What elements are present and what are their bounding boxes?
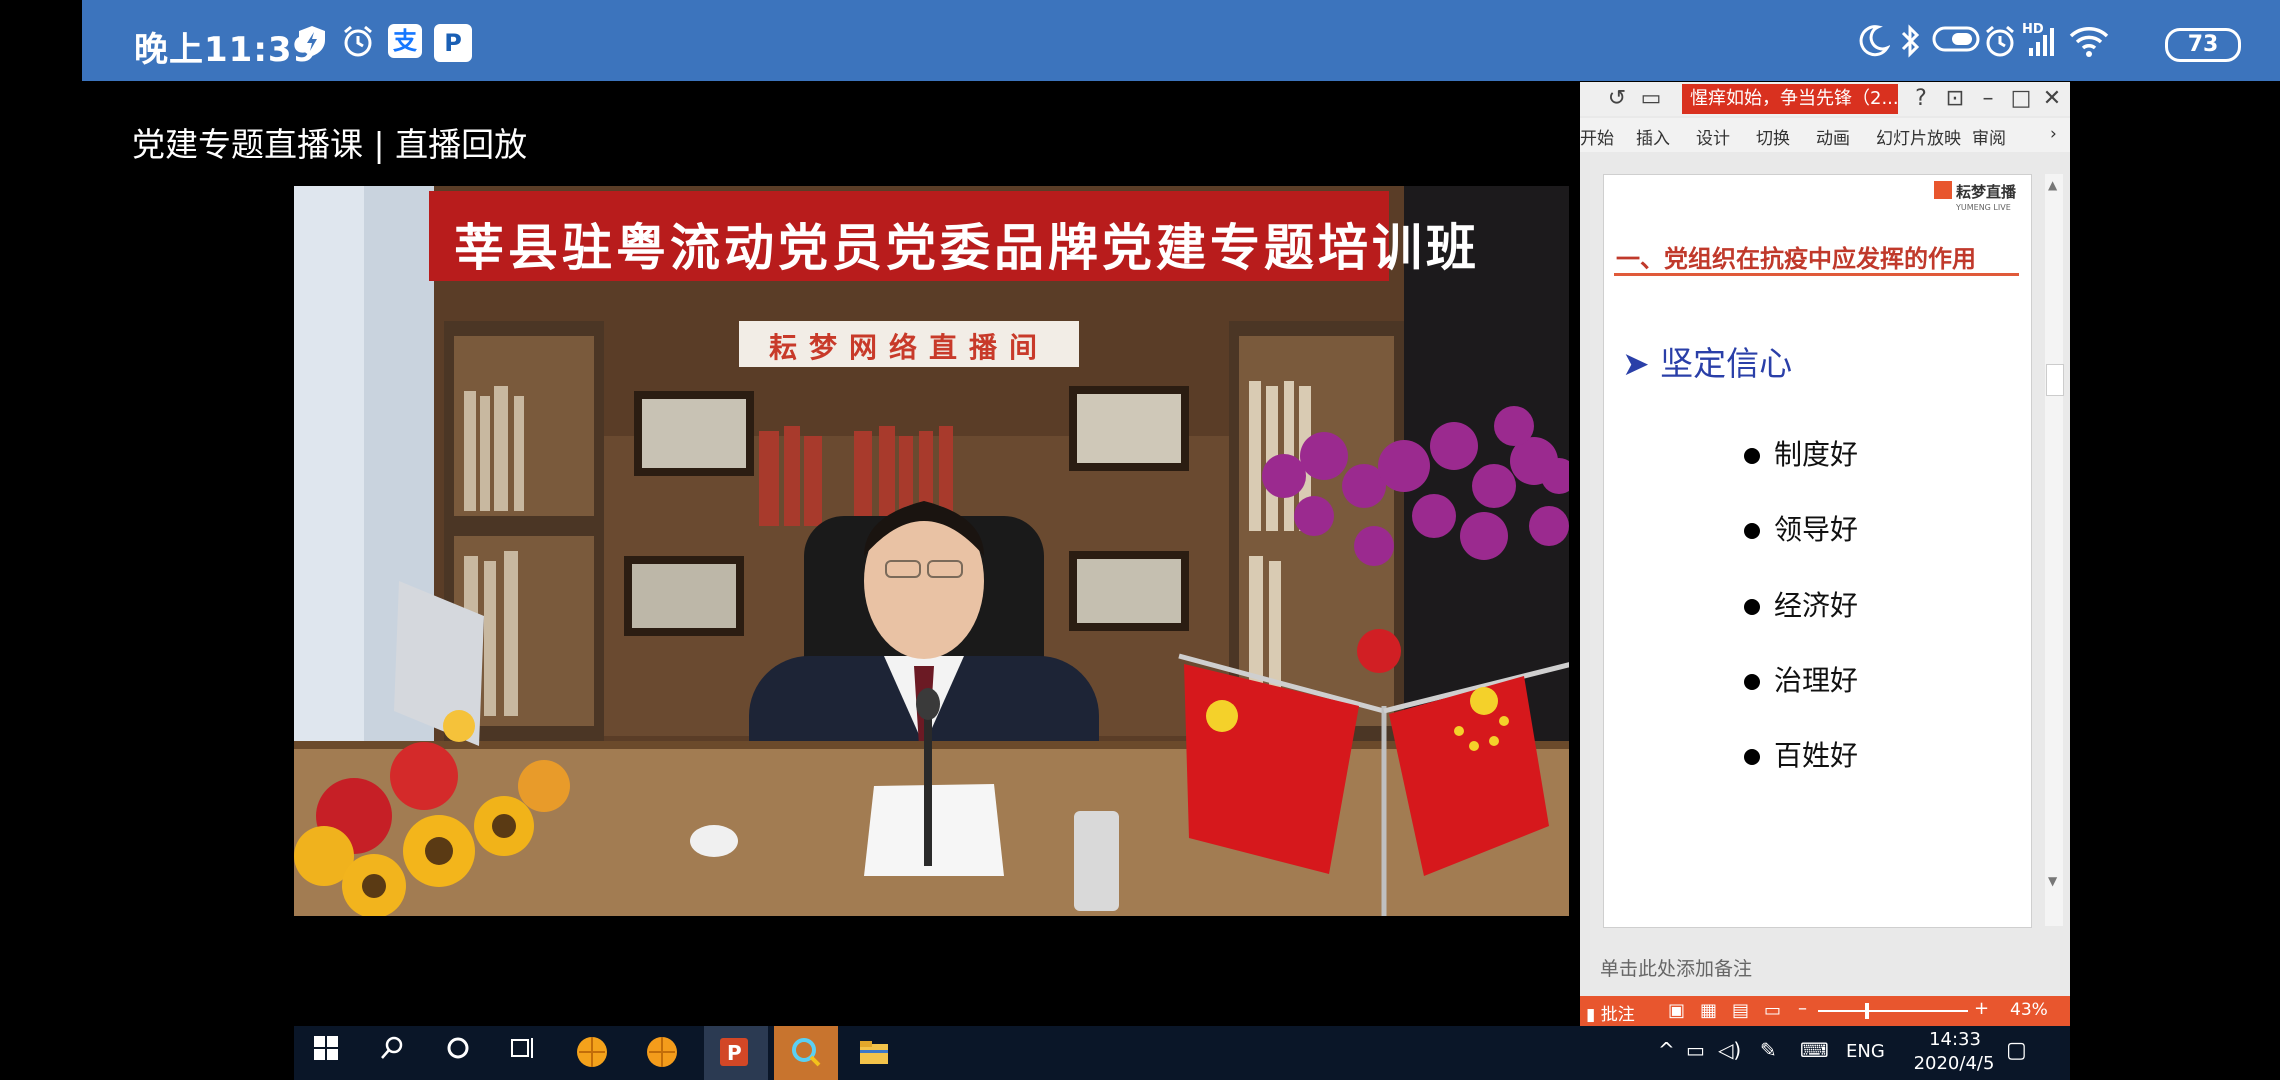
bullet-item: 经济好 <box>1744 584 1858 624</box>
zoom-in-icon[interactable]: + <box>1974 998 1989 1019</box>
vertical-scrollbar[interactable]: ▲ ▼ <box>2045 174 2064 926</box>
bullet-dot-icon <box>1744 674 1760 690</box>
ppt-ribbon-tabs: 开始 插入 设计 切换 动画 幻灯片放映 审阅 › <box>1580 118 2070 152</box>
keyboard-icon[interactable]: ⌨ <box>1800 1038 1829 1062</box>
zoom-slider-track[interactable] <box>1818 1010 1968 1012</box>
browser-app-icon[interactable] <box>574 1035 610 1071</box>
minimize-icon[interactable]: – <box>1973 84 2003 114</box>
browser-app-icon-2[interactable] <box>644 1035 680 1071</box>
tab-slideshow[interactable]: 幻灯片放映 <box>1876 124 1961 149</box>
taskbar-clock-time[interactable]: 14:33 <box>1920 1029 1990 1050</box>
logo-text: 耘梦直播 <box>1956 183 2017 201</box>
ribbon-display-icon[interactable]: ⊡ <box>1940 84 1970 114</box>
logo-mark-icon <box>1934 181 1952 199</box>
bullet-dot-icon <box>1744 448 1760 464</box>
ppt-document-title: 惺痒如始，争当先锋（2... <box>1682 84 1898 114</box>
bullet-text: 百姓好 <box>1774 739 1859 772</box>
scroll-down-icon[interactable]: ▼ <box>2048 874 2057 888</box>
notes-placeholder[interactable]: 单击此处添加备注 <box>1600 954 1752 981</box>
slide-divider <box>1614 273 2019 276</box>
bullet-text: 治理好 <box>1774 664 1859 697</box>
svg-text:P: P <box>727 1041 742 1065</box>
bullet-item: 治理好 <box>1744 659 1858 699</box>
comments-button[interactable]: ▮ 批注 <box>1586 1000 1635 1025</box>
wifi-icon <box>2068 24 2110 60</box>
app-p-icon: P <box>434 24 472 62</box>
search-app-icon[interactable] <box>788 1035 824 1071</box>
windows-start-icon[interactable] <box>308 1035 344 1071</box>
alarm-icon <box>340 24 376 60</box>
help-icon[interactable]: ? <box>1906 84 1936 114</box>
tab-animations[interactable]: 动画 <box>1816 124 1850 149</box>
bullet-item: 制度好 <box>1744 433 1858 473</box>
powerpoint-app-icon[interactable]: P <box>716 1035 752 1071</box>
bullet-dot-icon <box>1744 599 1760 615</box>
search-icon[interactable] <box>374 1035 410 1071</box>
video-sign-text: 耘梦网络直播间 <box>768 331 1049 364</box>
taskbar-clock-date[interactable]: 2020/4/5 <box>1904 1053 2004 1074</box>
video-player[interactable]: 莘县驻粤流动党员党委品牌党建专题培训班 耘梦网络直播间 <box>294 186 1579 916</box>
bullet-text: 领导好 <box>1774 513 1859 546</box>
task-view-icon[interactable] <box>504 1035 540 1071</box>
maximize-icon[interactable]: □ <box>2006 84 2036 114</box>
ppt-titlebar: ↺ ▭ 惺痒如始，争当先锋（2... ? ⊡ – □ ✕ <box>1580 82 2070 116</box>
logo-subtext: YUMENG LIVE <box>1956 203 2011 212</box>
slide-canvas[interactable]: 耘梦直播 YUMENG LIVE 一、党组织在抗疫中应发挥的作用 ➤ 坚定信心 … <box>1603 174 2032 928</box>
tab-review[interactable]: 审阅 <box>1972 124 2006 149</box>
powerpoint-window: ↺ ▭ 惺痒如始，争当先锋（2... ? ⊡ – □ ✕ 开始 插入 设计 切换… <box>1580 82 2070 1026</box>
tab-design[interactable]: 设计 <box>1696 124 1730 149</box>
status-time: 晚上11:39 <box>134 30 318 70</box>
close-icon[interactable]: ✕ <box>2037 84 2067 114</box>
slide-heading: 一、党组织在抗疫中应发挥的作用 <box>1616 245 1976 273</box>
slide-subheading: ➤ 坚定信心 <box>1622 344 1793 383</box>
pen-icon[interactable]: ✎ <box>1760 1038 1777 1062</box>
zoom-slider-thumb[interactable] <box>1865 1003 1869 1019</box>
tab-home[interactable]: 开始 <box>1580 124 1614 149</box>
ribbon-more-icon[interactable]: › <box>2050 124 2057 144</box>
moon-icon <box>1856 24 1892 60</box>
notification-icon[interactable]: ▢ <box>2006 1038 2027 1063</box>
undo-icon[interactable]: ↺ <box>1602 84 1632 114</box>
slide-logo: 耘梦直播 YUMENG LIVE <box>1934 181 2024 219</box>
scroll-up-icon[interactable]: ▲ <box>2048 178 2057 192</box>
alarm-icon <box>1982 24 2018 60</box>
comments-label: 批注 <box>1600 1005 1635 1025</box>
cortana-icon[interactable] <box>440 1035 476 1071</box>
page-title: 党建专题直播课 | 直播回放 <box>132 125 528 164</box>
bullet-item: 领导好 <box>1744 508 1858 548</box>
signal-icon <box>2024 24 2060 60</box>
volume-icon[interactable]: ◁) <box>1718 1038 1741 1062</box>
zoom-level[interactable]: 43% <box>2010 1000 2048 1020</box>
bullet-item: 百姓好 <box>1744 734 1858 774</box>
tab-transitions[interactable]: 切换 <box>1756 124 1790 149</box>
zoom-out-icon[interactable]: – <box>1798 998 1807 1019</box>
ppt-status-bar: ▮ 批注 ▣ ▦ ▤ ▭ – + 43% <box>1580 996 2070 1026</box>
bullet-dot-icon <box>1744 749 1760 765</box>
bullet-dot-icon <box>1744 523 1760 539</box>
tab-insert[interactable]: 插入 <box>1636 124 1670 149</box>
bluetooth-icon <box>1892 24 1928 60</box>
slideshow-view-icon[interactable]: ▭ <box>1764 1000 1781 1021</box>
language-indicator[interactable]: ENG <box>1846 1041 1885 1062</box>
network-icon[interactable]: ▭ <box>1686 1038 1705 1062</box>
video-banner-text: 莘县驻粤流动党员党委品牌党建专题培训班 <box>454 219 1480 277</box>
slide-sorter-icon[interactable]: ▦ <box>1700 1000 1717 1021</box>
windows-taskbar: P ^ ▭ ◁) ✎ ⌨ ENG 14:33 2020/4/5 ▢ <box>294 1026 2070 1080</box>
reading-view-icon[interactable]: ▤ <box>1732 1000 1749 1021</box>
scroll-thumb[interactable] <box>2046 364 2064 396</box>
tray-chevron-icon[interactable]: ^ <box>1658 1038 1675 1062</box>
bullet-text: 制度好 <box>1774 438 1859 471</box>
file-explorer-icon[interactable] <box>856 1035 892 1071</box>
phone-status-bar: 晚上11:39 支 P HD 73 <box>82 0 2280 81</box>
bullet-text: 经济好 <box>1774 589 1859 622</box>
video-frame-illustration <box>294 186 1579 916</box>
battery-indicator: 73 <box>2165 28 2241 62</box>
normal-view-icon[interactable]: ▣ <box>1668 1000 1685 1021</box>
toggle-icon <box>1932 24 1980 60</box>
shield-bolt-icon <box>294 24 330 60</box>
alipay-icon: 支 <box>388 24 422 58</box>
presentation-icon[interactable]: ▭ <box>1636 84 1666 114</box>
